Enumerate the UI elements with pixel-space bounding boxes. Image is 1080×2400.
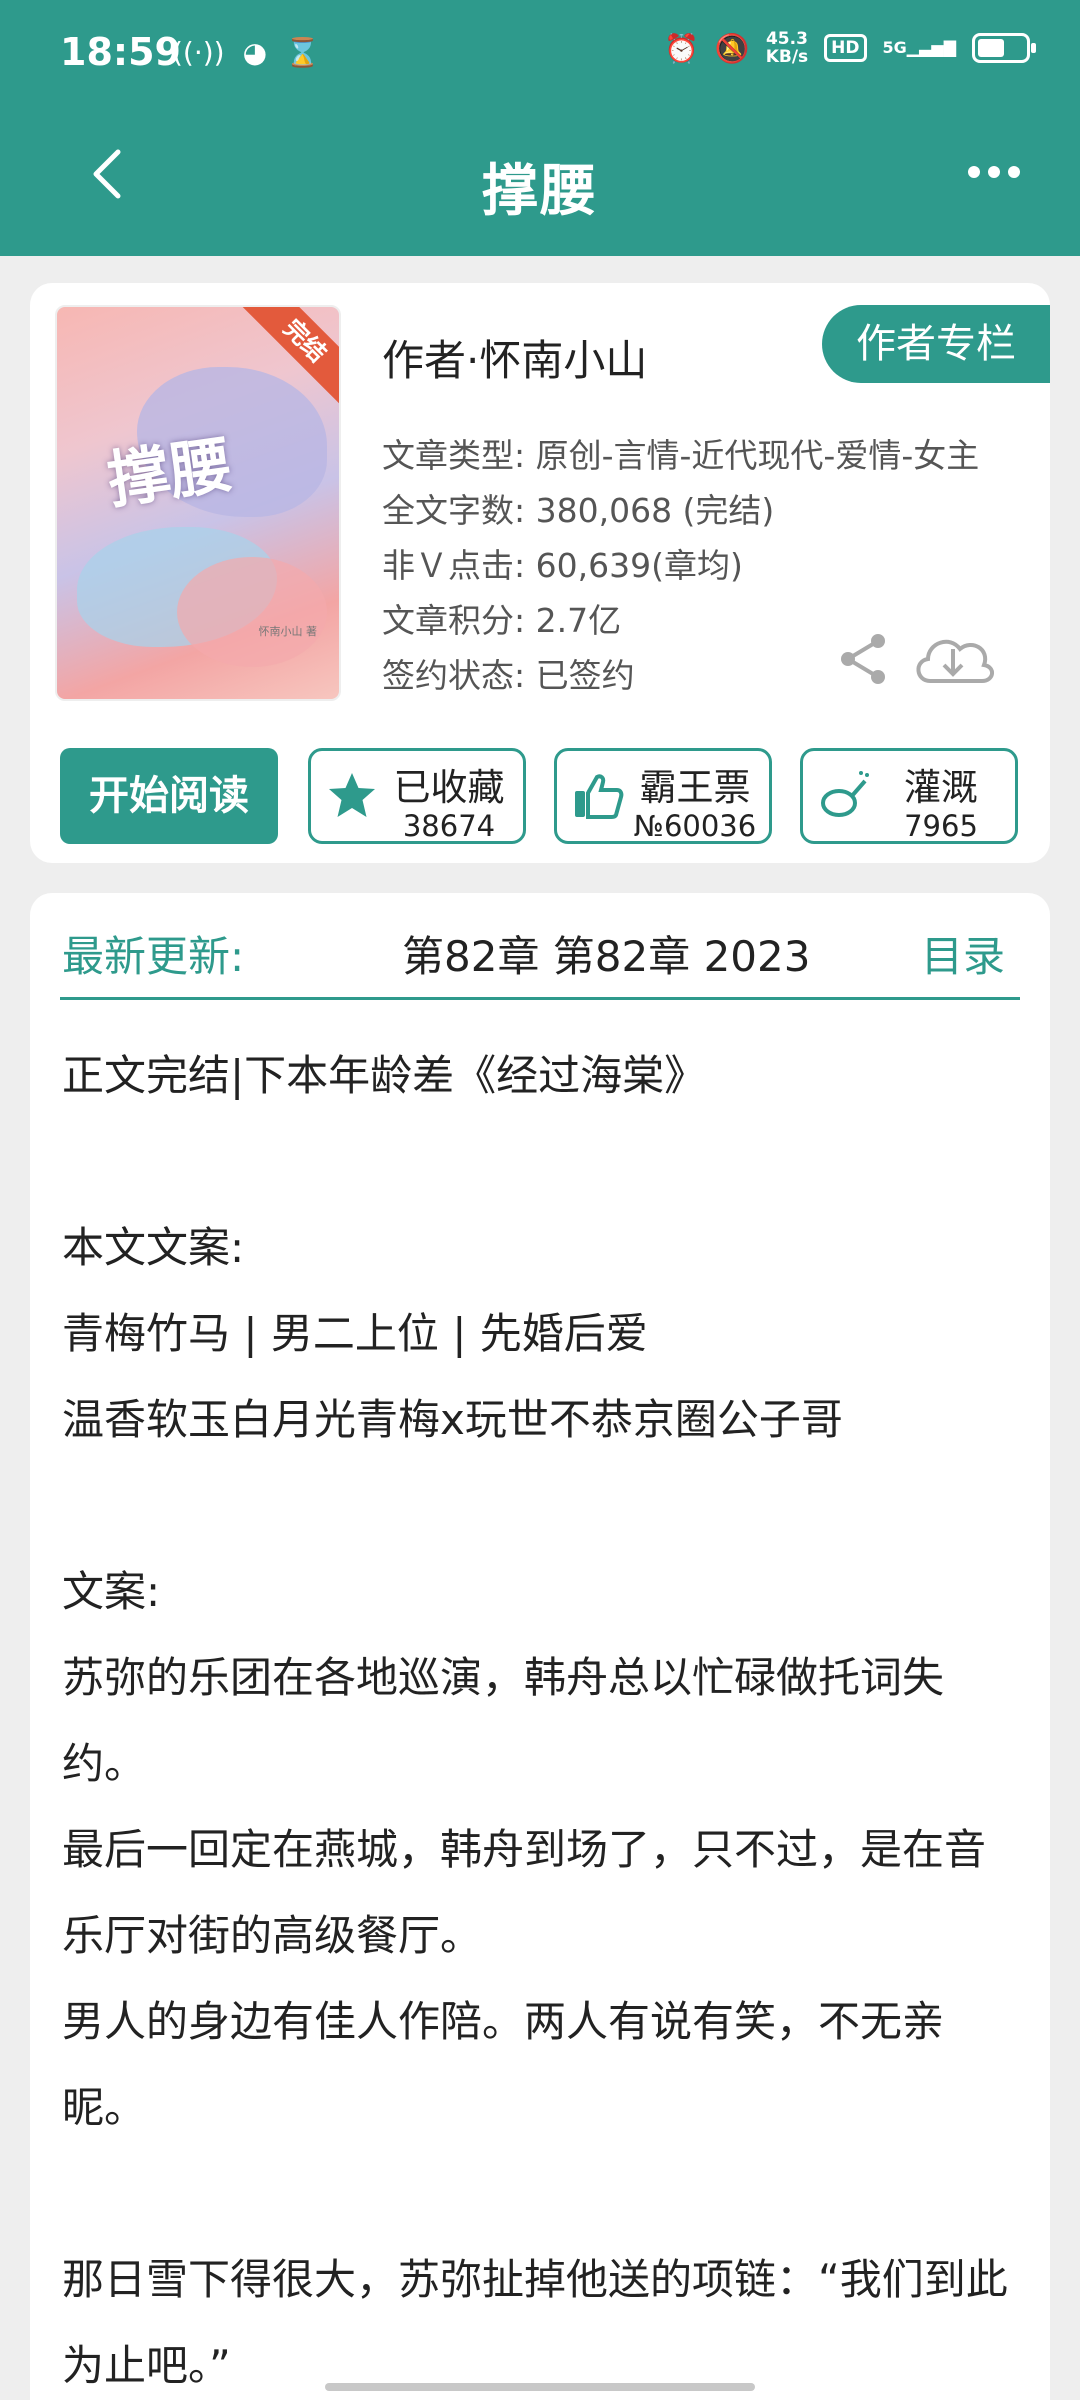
divider — [60, 997, 1020, 1000]
ticket-label: 霸王票 — [639, 766, 751, 809]
synopsis-line: 温香软玉白月光青梅x玩世不恭京圈公子哥 — [62, 1395, 843, 1444]
favorite-count: 38674 — [402, 809, 496, 843]
meta-word-count: 全文字数: 380,068 (完结) — [382, 491, 775, 530]
speed-value: 45.3 — [765, 29, 808, 49]
synopsis-line: 文案: — [62, 1567, 161, 1616]
hourglass-icon: ⌛ — [285, 36, 320, 69]
synopsis-line — [62, 1463, 1018, 1549]
synopsis-line — [62, 2151, 1018, 2237]
synopsis-line: 最后一回定在燕城，韩舟到场了，只不过，是在音乐厅对街的高级餐厅。 — [62, 1825, 987, 1960]
table-of-contents-link[interactable]: 目录 — [921, 923, 1005, 984]
ticket-button[interactable]: 霸王票 №60036 — [554, 748, 772, 844]
cloud-download-icon[interactable] — [910, 623, 996, 693]
network-signal-icon: 5G▁▃▅▇ — [882, 38, 956, 57]
synopsis-line: 正文完结|下本年龄差《经过海棠》 — [62, 1051, 707, 1100]
more-dots-icon[interactable] — [968, 166, 1020, 178]
cover-author: 怀南小山 著 — [258, 625, 318, 638]
synopsis-line: 男人的身边有佳人作陪。两人有说有笑，不无亲昵。 — [62, 1997, 945, 2132]
network-speed: 45.3 KB/s — [766, 30, 808, 66]
book-cover[interactable]: 撑腰 怀南小山 著 完结 — [55, 305, 341, 701]
ticket-count: №60036 — [633, 809, 757, 843]
status-left-icons: ((·)) ◕ ⌛ — [172, 36, 320, 69]
hd-icon: HD — [824, 34, 867, 62]
home-indicator[interactable] — [325, 2383, 755, 2391]
meta-clicks: 非Ｖ点击: 60,639(章均) — [382, 546, 743, 585]
water-count: 7965 — [904, 809, 978, 843]
start-reading-button[interactable]: 开始阅读 — [60, 748, 278, 844]
page-title: 撑腰 — [482, 159, 598, 224]
synopsis-line: 那日雪下得很大，苏弥扯掉他送的项链：“我们到此为止吧。” — [62, 2255, 1008, 2390]
watering-can-icon — [821, 771, 869, 817]
meta-genre: 文章类型: 原创-言情-近代现代-爱情-女主 — [382, 436, 980, 475]
author-column-button[interactable]: 作者专栏 — [822, 305, 1050, 383]
water-button[interactable]: 灌溉 7965 — [800, 748, 1018, 844]
status-time: 18:59 — [60, 30, 181, 74]
app-icon: ◕ — [242, 36, 268, 69]
synopsis-card: 最新更新: 第82章 第82章 2023 目录 正文完结|下本年龄差《经过海棠》… — [30, 893, 1050, 2400]
battery-icon — [972, 33, 1036, 63]
status-right-icons: ⏰ 🔕 45.3 KB/s HD 5G▁▃▅▇ — [663, 30, 1036, 66]
water-label: 灌溉 — [904, 766, 978, 809]
nav-bar: 撑腰 — [0, 116, 1080, 256]
latest-update-label: 最新更新: — [62, 932, 245, 981]
author-name[interactable]: 作者·怀南小山 — [382, 327, 647, 388]
favorite-label: 已收藏 — [393, 766, 505, 809]
synopsis-line: 青梅竹马 | 男二上位 | 先婚后爱 — [62, 1309, 648, 1358]
thumbs-up-icon — [575, 774, 624, 819]
cover-title: 撑腰 — [103, 427, 237, 518]
signal-waves-icon: ((·)) — [172, 36, 225, 69]
latest-update-value[interactable]: 第82章 第82章 2023 — [402, 923, 872, 984]
app-header: 18:59 ((·)) ◕ ⌛ ⏰ 🔕 45.3 KB/s HD 5G▁▃▅▇ … — [0, 0, 1080, 256]
share-icon[interactable] — [836, 631, 892, 687]
network-type: 5G — [882, 38, 907, 57]
speed-unit: KB/s — [765, 47, 809, 67]
alarm-icon: ⏰ — [663, 31, 699, 65]
star-icon — [329, 773, 375, 817]
synopsis-line: 苏弥的乐团在各地巡演，韩舟总以忙碌做托词失约。 — [62, 1653, 945, 1788]
synopsis-line — [62, 1119, 1018, 1205]
status-bar: 18:59 ((·)) ◕ ⌛ ⏰ 🔕 45.3 KB/s HD 5G▁▃▅▇ — [0, 0, 1080, 116]
synopsis-text: 正文完结|下本年龄差《经过海棠》 本文文案: 青梅竹马 | 男二上位 | 先婚后… — [62, 1033, 1018, 2400]
synopsis-line: 本文文案: — [62, 1223, 245, 1272]
favorite-button[interactable]: 已收藏 38674 — [308, 748, 526, 844]
book-info-card: 撑腰 怀南小山 著 完结 作者·怀南小山 作者专栏 文章类型: 原创-言情-近代… — [30, 283, 1050, 863]
mute-icon: 🔕 — [714, 31, 750, 65]
